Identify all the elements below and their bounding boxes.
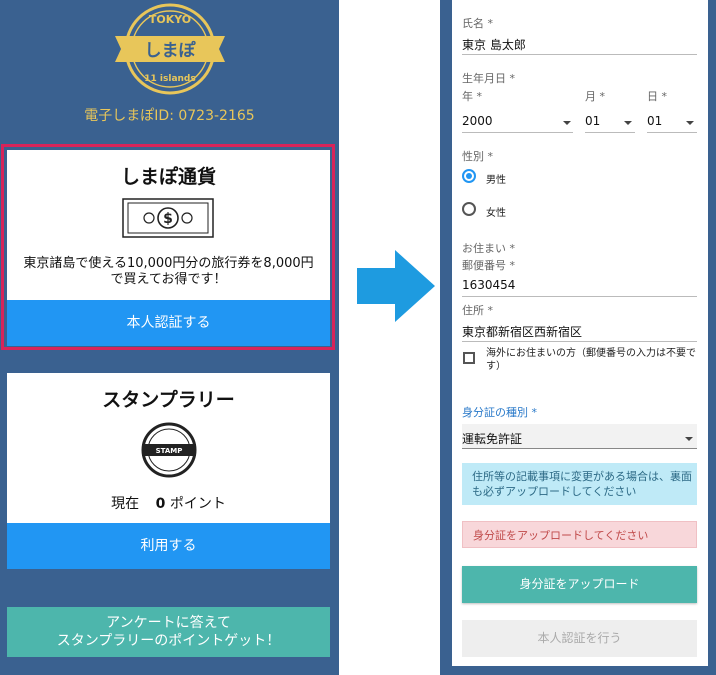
currency-card-title: しまぽ通貨 (120, 166, 216, 188)
logo-main-text: しまぽ (145, 40, 197, 61)
survey-button-line-2: スタンプラリーのポイントゲット！ (56, 633, 281, 649)
points-display: 現在 0 ポイント (7, 493, 330, 513)
year-underline (462, 132, 573, 133)
overseas-checkbox-label: 海外にお住まいの方（郵便番号の入力は不要で す） (486, 347, 701, 373)
logo-top-text: TOKYO (149, 13, 191, 26)
info-alert: 住所等の記載事項に変更がある場合は、裏面 も必ずアップロードしてください (462, 463, 697, 505)
currency-card-description: 東京諸島で使える10,000円分の旅行券を8,000円 で買えてお得です！ (7, 256, 330, 288)
survey-button-line-1: アンケートに答えて (106, 615, 231, 631)
year-select[interactable]: 2000 (462, 114, 493, 128)
points-prefix: 現在 (111, 496, 140, 512)
shimapo-id: 電子しまぽID: 0723-2165 (84, 108, 255, 124)
name-label: 氏名 * (462, 17, 493, 30)
gender-male-label: 男性 (486, 175, 506, 186)
id-type-label: 身分証の種別 * (462, 406, 537, 419)
day-underline (647, 132, 697, 133)
address-label: 住所 * (462, 304, 493, 317)
name-underline (462, 54, 697, 55)
id-type-chevron-down-icon[interactable] (685, 437, 693, 441)
gender-female-label: 女性 (486, 208, 506, 219)
tokyo-shimapo-logo: TOKYO しまぽ 11 islands (115, 3, 225, 95)
year-chevron-down-icon[interactable] (563, 121, 571, 125)
survey-button[interactable]: アンケートに答えて スタンプラリーのポイントゲット！ (7, 607, 330, 657)
identity-form: 氏名 * 東京 島太郎 生年月日 * 年 * 月 * 日 * 2000 01 0… (452, 0, 708, 666)
year-label: 年 * (462, 90, 482, 103)
info-alert-line-2: も必ずアップロードしてください (472, 485, 637, 498)
name-input[interactable]: 東京 島太郎 (462, 36, 526, 53)
error-alert: 身分証をアップロードしてください (462, 521, 697, 548)
svg-text:$: $ (163, 211, 173, 227)
stamp-icon: STAMP (141, 422, 197, 478)
verify-identity-button[interactable]: 本人認証を行う (462, 620, 697, 657)
month-chevron-down-icon[interactable] (624, 121, 632, 125)
day-chevron-down-icon[interactable] (686, 121, 694, 125)
overseas-checkbox[interactable] (463, 352, 475, 364)
id-type-value: 運転免許証 (462, 432, 523, 446)
banknote-icon: $ (122, 198, 214, 238)
app-screenshot: TOKYO しまぽ 11 islands 電子しまぽID: 0723-2165 … (0, 0, 716, 675)
month-underline (585, 132, 635, 133)
description-line-2: で買えてお得です！ (110, 272, 227, 287)
stamp-rally-card: スタンプラリー STAMP 現在 0 ポイント 利用する (7, 373, 330, 569)
stamp-label: STAMP (156, 447, 183, 455)
id-type-underline (462, 448, 697, 449)
arrow-right-icon (357, 250, 435, 322)
identity-verification-button[interactable]: 本人認証する (7, 300, 330, 346)
info-alert-line-1: 住所等の記載事項に変更がある場合は、裏面 (472, 470, 692, 483)
overseas-line-2: す） (486, 361, 506, 372)
month-label: 月 * (585, 90, 605, 103)
gender-male-radio[interactable] (462, 169, 476, 183)
address-underline (462, 341, 697, 342)
points-unit: ポイント (169, 496, 226, 512)
use-stamp-button[interactable]: 利用する (7, 523, 330, 569)
postal-code-input[interactable]: 1630454 (462, 278, 515, 292)
birthdate-label: 生年月日 * (462, 72, 515, 85)
description-line-1: 東京諸島で使える10,000円分の旅行券を8,000円 (23, 256, 314, 271)
stamp-rally-title: スタンプラリー (102, 389, 235, 411)
overseas-line-1: 海外にお住まいの方（郵便番号の入力は不要で (486, 348, 696, 359)
month-select[interactable]: 01 (585, 114, 600, 128)
identity-form-screen: 氏名 * 東京 島太郎 生年月日 * 年 * 月 * 日 * 2000 01 0… (440, 0, 716, 675)
postal-code-underline (462, 296, 697, 297)
gender-female-radio[interactable] (462, 202, 476, 216)
logo-bottom-text: 11 islands (144, 74, 195, 84)
upload-id-button[interactable]: 身分証をアップロード (462, 566, 697, 603)
currency-card: しまぽ通貨 $ 東京諸島で使える10,000円分の旅行券を8,000円 で買えて… (7, 150, 330, 346)
postal-code-label: 郵便番号 * (462, 259, 515, 272)
residence-label: お住まい * (462, 242, 515, 255)
address-input[interactable]: 東京都新宿区西新宿区 (462, 323, 582, 340)
shimapo-home-screen: TOKYO しまぽ 11 islands 電子しまぽID: 0723-2165 … (0, 0, 339, 675)
points-value: 0 (155, 496, 166, 512)
day-select[interactable]: 01 (647, 114, 662, 128)
gender-label: 性別 * (462, 150, 493, 163)
day-label: 日 * (647, 90, 667, 103)
